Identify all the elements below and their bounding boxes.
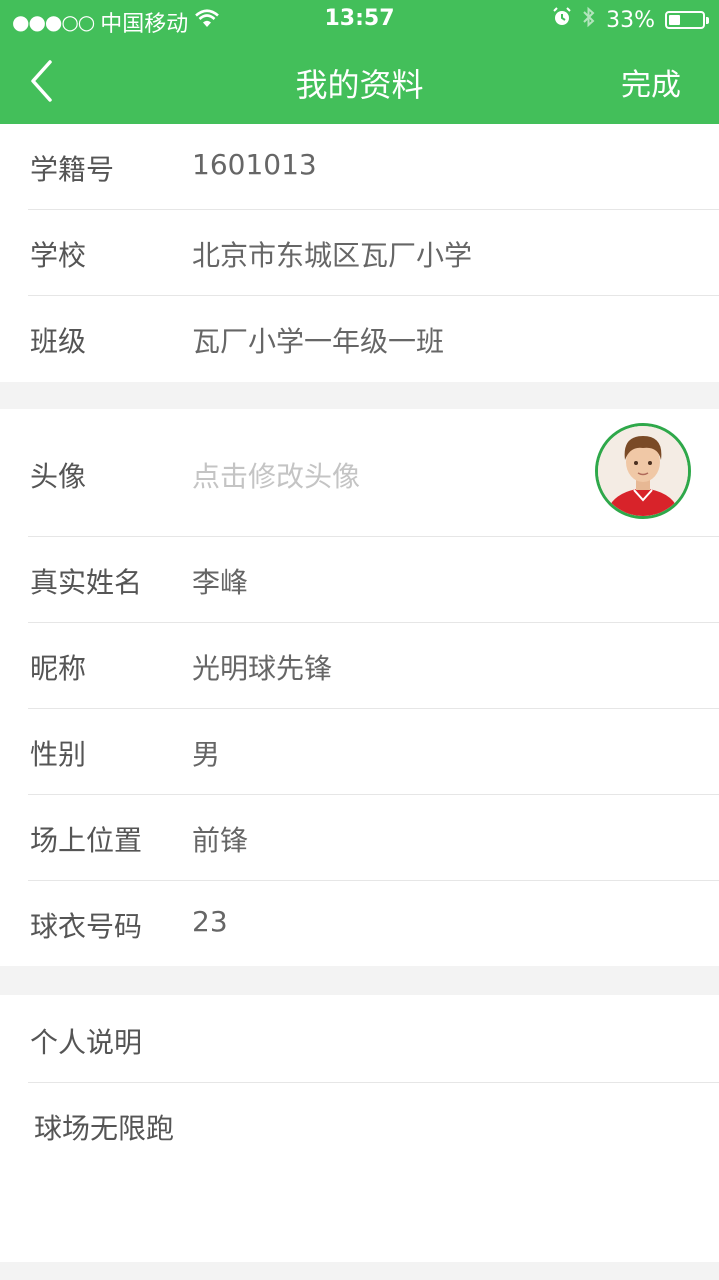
avatar-label: 头像: [30, 460, 87, 493]
bluetooth-icon: [582, 6, 596, 34]
row-value: 男: [192, 738, 221, 771]
avatar[interactable]: [595, 423, 691, 519]
row-label: 性别: [30, 738, 87, 771]
description-section: 个人说明 球场无限跑: [0, 995, 719, 1262]
row-value: 光明球先锋: [192, 652, 333, 685]
avatar-row[interactable]: 头像 点击修改头像: [28, 409, 719, 537]
row-label: 学校: [30, 239, 87, 272]
header: ●●●○○ 中国移动 13:57 33% 我的资料 完成: [0, 0, 719, 124]
profile-section: 头像 点击修改头像 真实姓名 李峰 昵称 光明球先锋 性别 男 场上位置 前锋 …: [0, 409, 719, 966]
student-id-row: 学籍号 1601013: [28, 124, 719, 210]
row-value: 23: [192, 905, 228, 938]
position-row[interactable]: 场上位置 前锋: [28, 795, 719, 881]
description-text[interactable]: 球场无限跑: [34, 1107, 174, 1147]
row-label: 真实姓名: [30, 566, 143, 599]
nickname-row[interactable]: 昵称 光明球先锋: [28, 623, 719, 709]
nav-bar: 我的资料 完成: [0, 40, 719, 124]
class-row: 班级 瓦厂小学一年级一班: [28, 296, 719, 382]
row-label: 场上位置: [30, 824, 143, 857]
battery-percent: 33%: [606, 7, 655, 33]
status-bar: ●●●○○ 中国移动 13:57 33%: [0, 0, 719, 40]
real-name-row[interactable]: 真实姓名 李峰: [28, 537, 719, 623]
description-title: 个人说明: [30, 1026, 143, 1059]
battery-fill: [669, 15, 680, 25]
row-value: 1601013: [192, 148, 317, 181]
row-value: 李峰: [192, 566, 249, 599]
page-title: 我的资料: [295, 66, 424, 104]
gender-row[interactable]: 性别 男: [28, 709, 719, 795]
battery-icon: [665, 11, 709, 29]
done-button[interactable]: 完成: [621, 60, 681, 104]
row-value: 前锋: [192, 824, 249, 857]
row-label: 球衣号码: [30, 910, 143, 943]
description-title-row: 个人说明: [28, 995, 719, 1083]
row-label: 班级: [30, 325, 87, 358]
jersey-number-row[interactable]: 球衣号码 23: [28, 881, 719, 967]
row-label: 昵称: [30, 652, 87, 685]
row-label: 学籍号: [30, 153, 115, 186]
alarm-icon: [552, 7, 572, 33]
row-value: 瓦厂小学一年级一班: [192, 325, 445, 358]
row-value: 北京市东城区瓦厂小学: [192, 239, 473, 272]
school-row: 学校 北京市东城区瓦厂小学: [28, 210, 719, 296]
avatar-hint: 点击修改头像: [192, 460, 361, 493]
school-info-section: 学籍号 1601013 学校 北京市东城区瓦厂小学 班级 瓦厂小学一年级一班: [0, 124, 719, 382]
